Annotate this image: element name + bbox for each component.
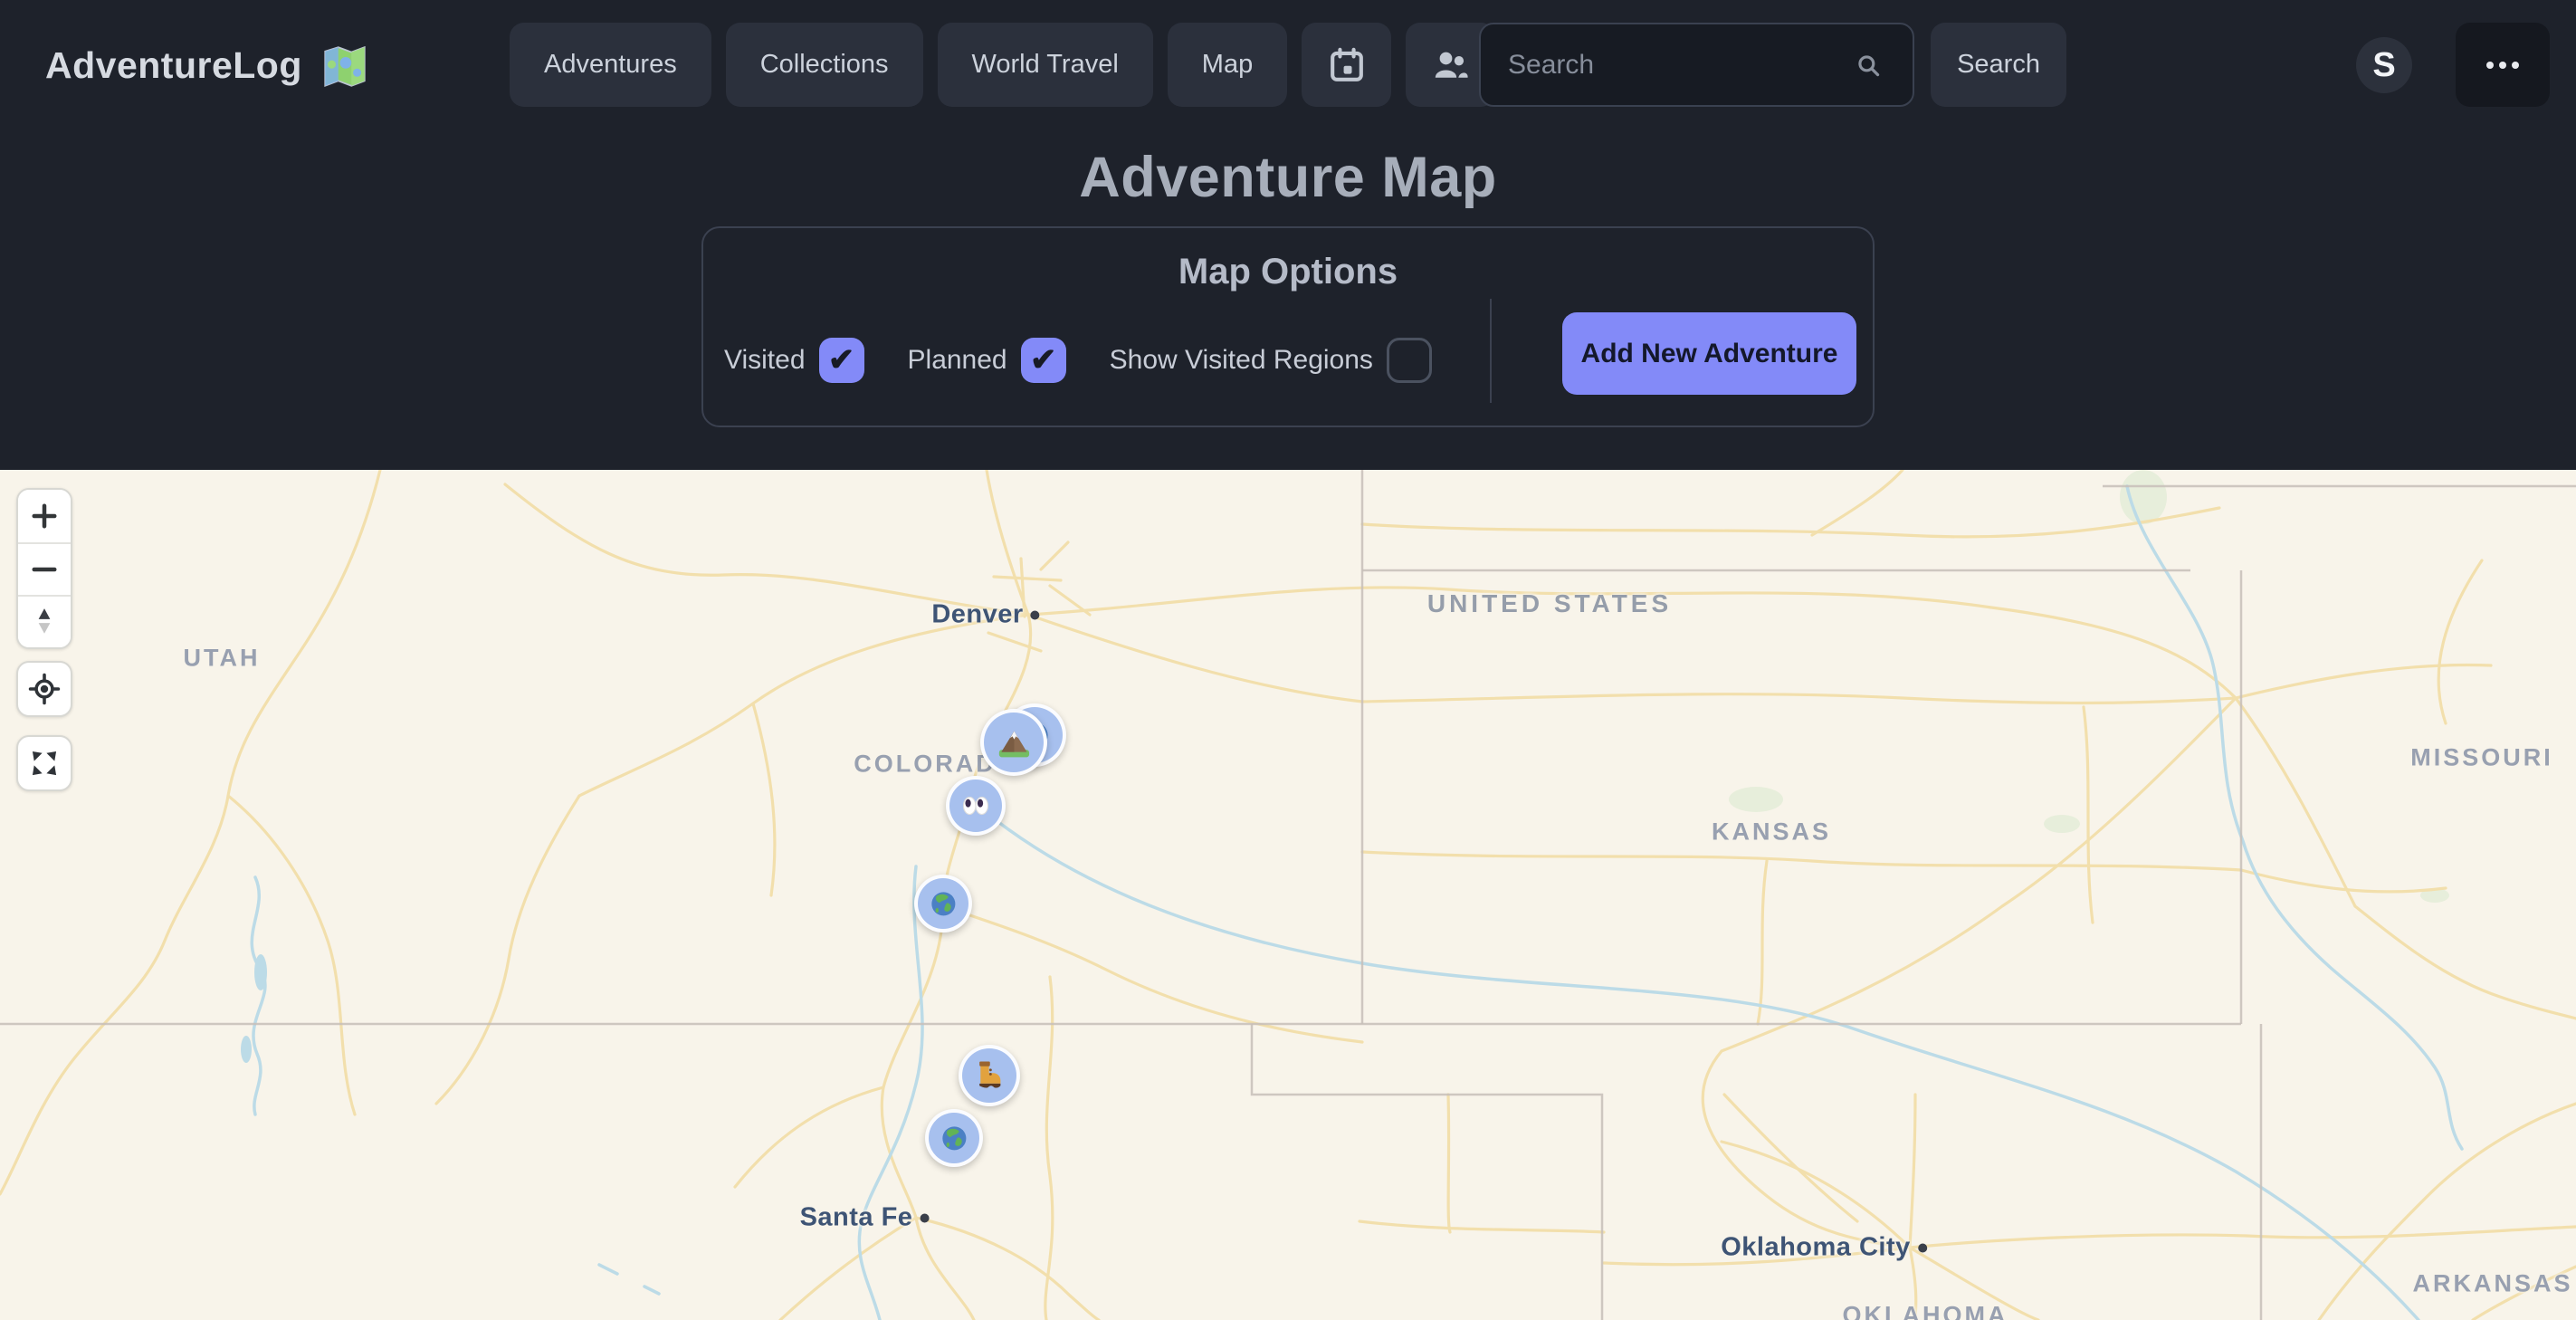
avatar[interactable]: S: [2356, 37, 2412, 93]
city-dot: [1918, 1243, 1927, 1252]
globe-marker[interactable]: [925, 1109, 983, 1167]
fullscreen-icon: [27, 746, 62, 780]
globe-icon: [939, 1123, 970, 1154]
checkbox-show-visited-regions[interactable]: [1387, 338, 1432, 383]
geolocate-button[interactable]: [16, 661, 72, 717]
boot-marker[interactable]: [959, 1045, 1020, 1106]
calendar-icon: [1327, 45, 1367, 85]
city-dot: [920, 1213, 929, 1222]
checkbox-visited[interactable]: ✔: [819, 338, 864, 383]
zoom-out-button[interactable]: [18, 542, 71, 595]
map-label-oklahoma: OKLAHOMA: [1843, 1302, 2008, 1320]
city-dot: [1031, 610, 1040, 619]
more-menu-button[interactable]: [2456, 23, 2550, 107]
tilt-control-button[interactable]: [18, 595, 71, 647]
page-title: Adventure Map: [0, 145, 2576, 210]
eyes-icon: [959, 789, 992, 822]
map-label-arkansas: ARKANSAS: [2412, 1270, 2572, 1298]
zoom-in-button[interactable]: [18, 490, 71, 542]
app-logo[interactable]: AdventureLog: [45, 0, 371, 131]
map-options-title: Map Options: [0, 252, 2576, 292]
add-new-adventure-button[interactable]: Add New Adventure: [1562, 312, 1856, 395]
mountain-marker[interactable]: [980, 709, 1047, 776]
toggle-label-visited: Visited: [724, 345, 806, 376]
ellipsis-icon: [2486, 62, 2494, 69]
adventure-map[interactable]: UTAHCOLORADOUNITED STATESKANSASMISSOURIA…: [0, 470, 2576, 1320]
toggle-label-show-visited-regions: Show Visited Regions: [1110, 345, 1373, 376]
nav-collections[interactable]: Collections: [726, 23, 923, 107]
map-label-santa-fe: Santa Fe: [800, 1203, 930, 1233]
toggle-label-planned: Planned: [908, 345, 1007, 376]
users-icon: [1431, 45, 1471, 85]
mountain-icon: [996, 724, 1033, 761]
plus-icon: [28, 500, 61, 532]
map-label-utah: UTAH: [184, 645, 261, 673]
globe-icon: [928, 888, 959, 920]
checkbox-planned[interactable]: ✔: [1021, 338, 1066, 383]
nav-map[interactable]: Map: [1168, 23, 1287, 107]
app-logo-text: AdventureLog: [45, 44, 302, 87]
nav-world-travel[interactable]: World Travel: [938, 23, 1153, 107]
map-label-missouri: MISSOURI: [2410, 744, 2553, 772]
geolocate-icon: [27, 672, 62, 706]
options-divider: [1490, 299, 1492, 403]
map-zoom-controls: [16, 488, 72, 649]
map-label-kansas: KANSAS: [1712, 818, 1831, 847]
map-label-oklahoma-city: Oklahoma City: [1721, 1233, 1927, 1263]
globe-marker[interactable]: [914, 875, 972, 933]
boot-icon: [972, 1058, 1006, 1092]
search-button[interactable]: Search: [1931, 23, 2066, 107]
fullscreen-button[interactable]: [16, 735, 72, 791]
search-input[interactable]: [1479, 23, 1914, 107]
map-canvas: [0, 470, 2576, 1320]
tilt-icon: [29, 604, 60, 640]
eyes-marker[interactable]: [946, 776, 1006, 836]
world-map-icon: [319, 40, 371, 92]
map-options-toggles: Visited ✔ Planned ✔ Show Visited Regions: [724, 338, 1432, 383]
map-label-denver: Denver: [931, 600, 1039, 630]
map-label-united-states: UNITED STATES: [1427, 589, 1672, 618]
calendar-button[interactable]: [1302, 23, 1391, 107]
nav-adventures[interactable]: Adventures: [510, 23, 711, 107]
top-navbar: AdventureLog AdventuresCollectionsWorld …: [0, 0, 2576, 131]
minus-icon: [28, 553, 61, 586]
nav-buttons: AdventuresCollectionsWorld TravelMap: [510, 23, 1495, 107]
adventurelog-app: AdventureLog AdventuresCollectionsWorld …: [0, 0, 2576, 1320]
